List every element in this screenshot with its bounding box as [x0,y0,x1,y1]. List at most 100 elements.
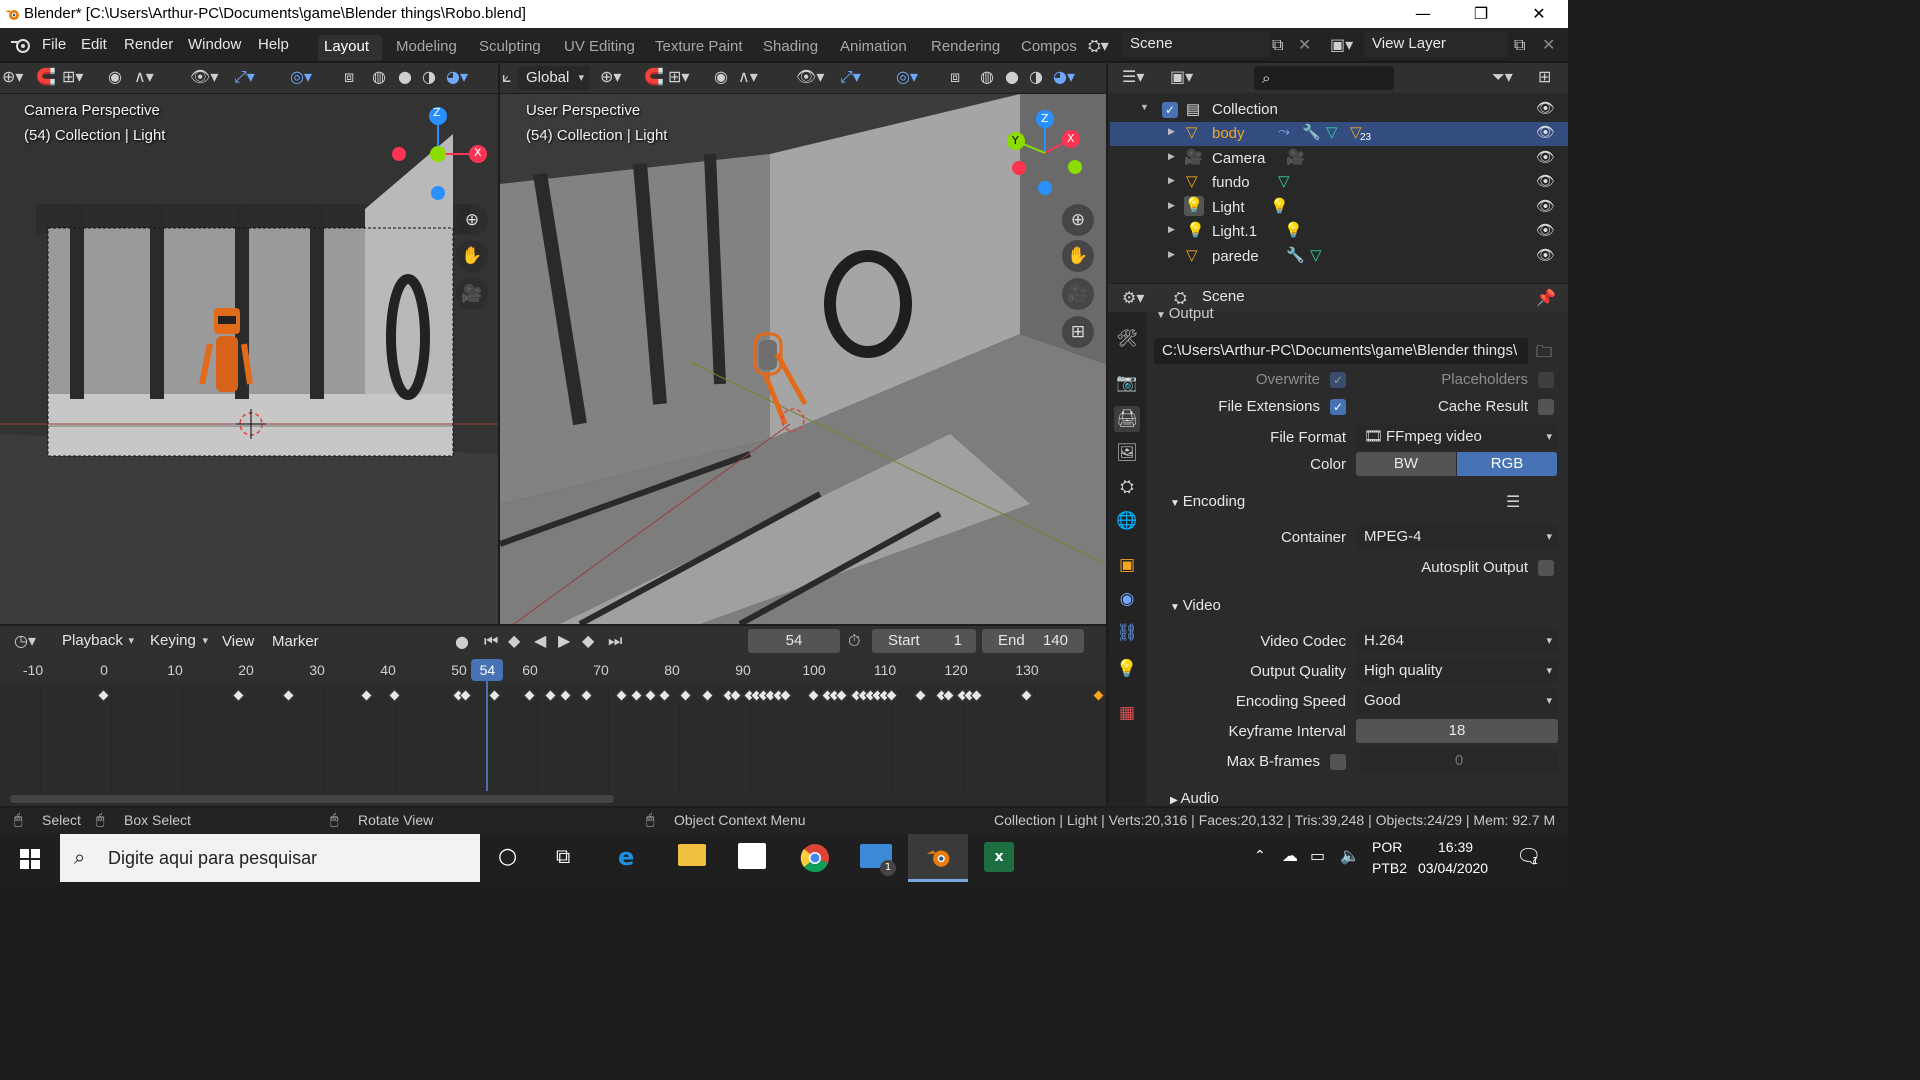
color-bw-button[interactable]: BW [1356,452,1456,476]
eye-icon[interactable]: 👁 [1536,148,1555,166]
eye-icon[interactable]: 👁 [1536,246,1555,264]
view-layer-field[interactable]: View Layer [1364,31,1508,57]
expand-arrow-icon[interactable]: ▶ [1168,224,1175,235]
editor-type-icon[interactable]: ⚙▾ [1122,288,1144,307]
camera-view-icon[interactable]: 🎥 [456,278,488,310]
physics-tab-icon[interactable]: ◉ [1114,586,1140,612]
right-nav-gizmo[interactable] [1000,108,1100,208]
play-reverse-icon[interactable]: ◀ [534,631,546,650]
clock-date[interactable]: 03/04/2020 [1418,860,1488,876]
chrome-icon[interactable] [800,843,830,873]
left-viewport[interactable]: Camera Perspective (54) Collection | Lig… [0,94,498,624]
timeline-marker-menu[interactable]: Marker [272,633,319,650]
texture-tab-icon[interactable]: ▦ [1114,700,1140,726]
outliner-row-fundo[interactable]: ▶ ▽ fundo ▽ 👁 [1110,171,1568,195]
tab-sculpting[interactable]: Sculpting [473,35,547,61]
remove-view-layer-icon[interactable]: ✕ [1542,35,1555,54]
rendered-shading-icon[interactable]: ◕▾ [446,67,468,86]
gizmo-icon[interactable]: ⤢▾ [840,67,861,87]
transform-pivot-icon[interactable]: ⊕▾ [2,67,23,86]
placeholders-checkbox[interactable] [1538,372,1554,388]
volume-icon[interactable]: 🔈 [1340,846,1360,865]
falloff-icon[interactable]: ∧▾ [134,67,154,86]
edge-browser-icon[interactable]: e [618,843,634,871]
light-data-tab-icon[interactable]: 💡 [1114,656,1140,682]
blender-menu-icon[interactable] [10,35,32,55]
outliner-row-parede[interactable]: ▶ ▽ parede 🔧 ▽ 👁 [1110,245,1568,269]
max-bframes-checkbox[interactable] [1330,754,1346,770]
visibility-icon[interactable]: 👁▾ [796,67,824,86]
view-layer-tab-icon[interactable]: 🖼 [1114,440,1140,466]
eye-icon[interactable]: 👁 [1536,99,1555,117]
start-frame-field[interactable]: Start 1 [872,629,976,653]
editor-type-icon[interactable]: ☰▾ [1122,67,1144,86]
keyboard-language[interactable]: POR [1372,839,1402,855]
tab-rendering[interactable]: Rendering [925,35,1006,61]
tab-texture-paint[interactable]: Texture Paint [649,35,749,61]
remove-scene-icon[interactable]: ✕ [1298,35,1311,54]
folder-browse-icon[interactable]: 🗀 [1536,341,1552,368]
zoom-icon[interactable]: ⊕ [456,204,488,236]
menu-render[interactable]: Render [124,36,173,53]
proportional-edit-icon[interactable]: ◉ [714,67,728,86]
keyboard-layout[interactable]: PTB2 [1372,860,1407,876]
view-layer-selector-icon[interactable]: ▣▾ [1330,35,1353,54]
orientation-icon[interactable]: ⟀ [502,67,512,87]
clock-time[interactable]: 16:39 [1438,839,1473,855]
snap-icon[interactable]: 🧲 [644,67,664,86]
playhead-frame-indicator[interactable]: 54 [471,659,504,681]
record-icon[interactable]: ● [455,632,469,651]
task-view-icon[interactable]: ⧉ [556,844,570,868]
keyframe-interval-field[interactable]: 18 [1356,719,1558,743]
output-quality-dropdown[interactable]: High quality ▾ [1356,659,1558,683]
visibility-icon[interactable]: 👁▾ [190,67,218,86]
cortana-icon[interactable]: ○ [498,844,517,869]
new-scene-icon[interactable]: ⧉ [1272,35,1283,55]
tab-shading[interactable]: Shading [757,35,824,61]
solid-shading-icon[interactable]: ● [398,67,412,86]
output-path-input[interactable]: C:\Users\Arthur-PC\Documents\game\Blende… [1154,338,1528,364]
pin-icon[interactable]: 📌 [1536,288,1556,307]
snap-element-icon[interactable]: ⊞▾ [62,67,83,86]
object-tab-icon[interactable]: ▣ [1114,552,1140,578]
overlay-icon[interactable]: ◎▾ [290,67,312,86]
xray-icon[interactable]: ⧈ [344,67,354,87]
cache-result-checkbox[interactable] [1538,399,1554,415]
video-section-header[interactable]: ▼ Video [1170,597,1221,614]
pivot-icon[interactable]: ⊕▾ [600,67,621,86]
new-view-layer-icon[interactable]: ⧉ [1514,35,1525,55]
file-extensions-checkbox[interactable]: ✓ [1330,399,1346,415]
rendered-shading-icon[interactable]: ◕▾ [1053,67,1075,86]
current-frame-field[interactable]: 54 [748,629,840,653]
blender-taskbar-button[interactable] [908,834,968,882]
tab-animation[interactable]: Animation [834,35,913,61]
taskbar-search-box[interactable]: ⌕ Digite aqui para pesquisar [60,834,480,882]
solid-shading-icon[interactable]: ● [1005,67,1019,86]
timeline-view-menu[interactable]: View [222,633,254,650]
timeline-scrollbar[interactable] [10,795,614,803]
maximize-button[interactable]: ❐ [1452,0,1510,28]
wireframe-shading-icon[interactable]: ◍ [372,67,386,86]
container-dropdown[interactable]: MPEG-4 ▾ [1356,525,1558,549]
jump-start-icon[interactable]: ⏮ [484,631,498,651]
store-icon[interactable] [738,843,766,869]
outliner-row-light-1[interactable]: ▶ 💡 Light.1 💡 👁 [1110,220,1568,244]
color-rgb-button[interactable]: RGB [1457,452,1557,476]
tab-layout[interactable]: Layout [318,35,382,61]
presets-list-icon[interactable]: ☰ [1506,492,1520,511]
keying-menu[interactable]: Keying ▾ [142,629,214,653]
excel-icon[interactable]: x [984,842,1014,872]
camera-view-icon[interactable]: 🎥 [1062,278,1094,310]
file-format-dropdown[interactable]: 🎞 FFmpeg video ▾ [1356,425,1558,449]
falloff-icon[interactable]: ∧▾ [738,67,758,86]
zoom-icon[interactable]: ⊕ [1062,204,1094,236]
snap-element-icon[interactable]: ⊞▾ [668,67,689,86]
output-section-header[interactable]: ▼ Output [1156,305,1214,322]
collection-checkbox[interactable]: ✓ [1162,102,1178,118]
eye-icon[interactable]: 👁 [1536,123,1555,141]
gizmo-icon[interactable]: ⤢▾ [234,67,255,87]
new-collection-icon[interactable]: ⊞ [1538,67,1551,86]
outliner-row-body[interactable]: ▶ ▽ body ⤳ 🔧 ▽ ▽ 23 👁 [1110,122,1568,146]
playback-menu[interactable]: Playback ▾ [54,629,140,653]
menu-window[interactable]: Window [188,36,241,53]
